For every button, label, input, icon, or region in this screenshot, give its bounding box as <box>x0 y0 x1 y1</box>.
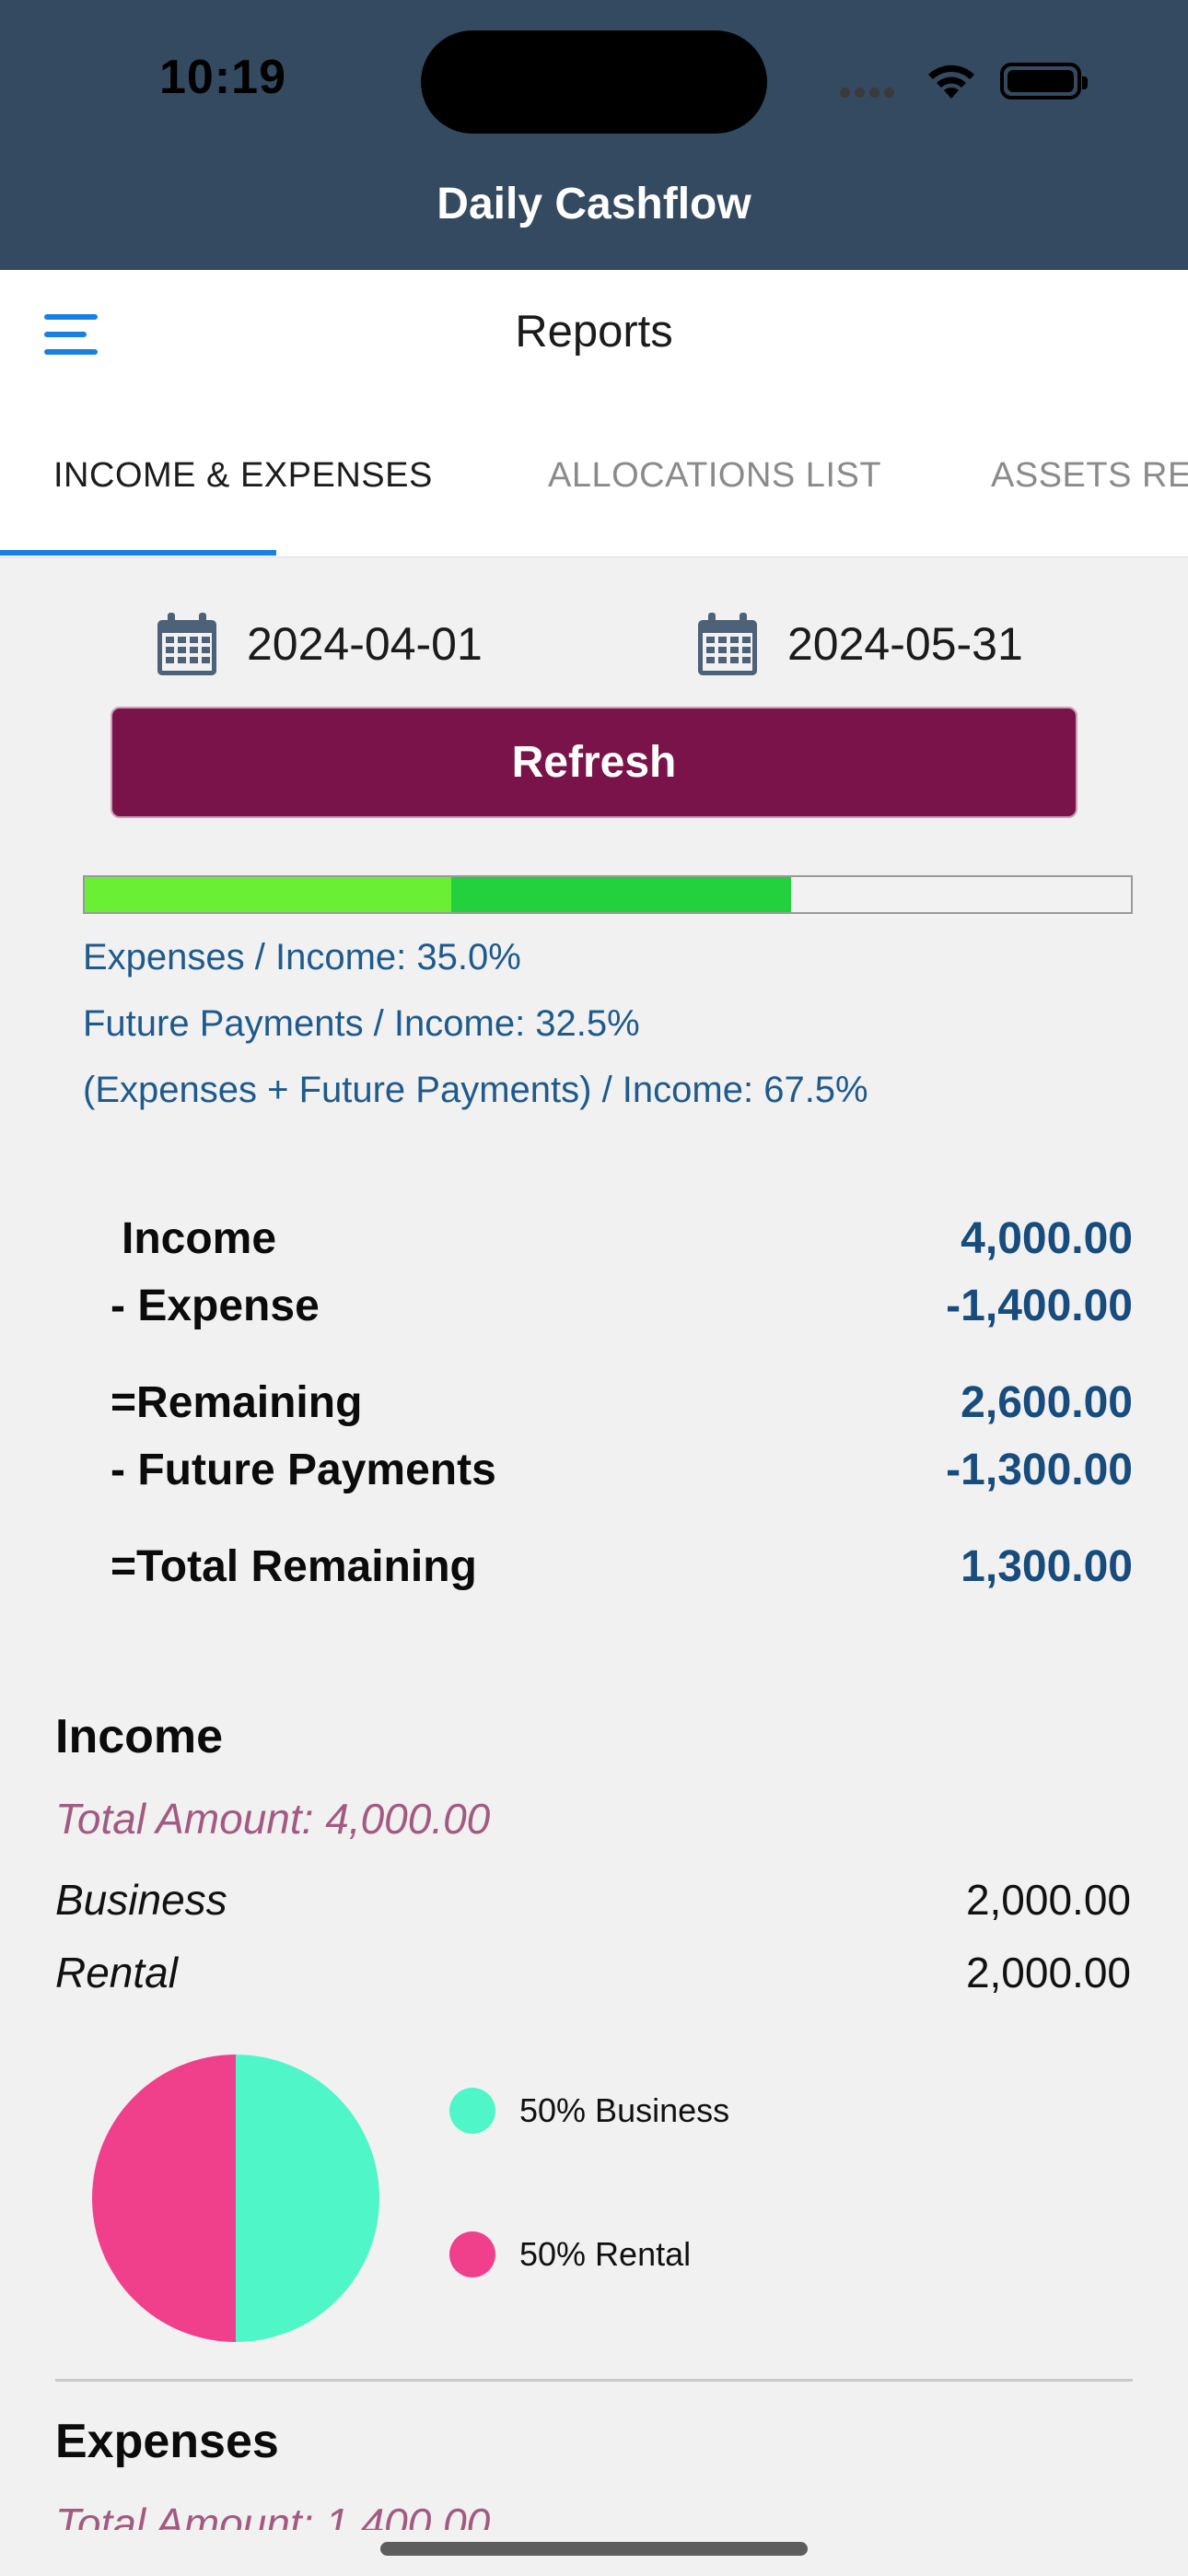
summary-future-payments-value: -1,300.00 <box>946 1446 1133 1494</box>
dynamic-island <box>421 30 767 134</box>
summary-total-remaining-value: 1,300.00 <box>961 1542 1133 1591</box>
expense-ratio-progress-bar <box>83 875 1133 914</box>
income-category-value: 2,000.00 <box>965 1949 1131 1996</box>
page-title: Reports <box>515 307 673 357</box>
income-pie-chart <box>92 2055 379 2342</box>
tab-allocations-list[interactable]: ALLOCATIONS LIST <box>548 456 881 496</box>
income-total-amount: Total Amount: 4,000.00 <box>55 1795 491 1843</box>
tab-assets-report[interactable]: ASSETS REPORT <box>991 456 1188 496</box>
summary-future-payments-label: - Future Payments <box>111 1446 496 1494</box>
legend-business-label: 50% Business <box>519 2091 730 2129</box>
future-payments-progress-segment <box>450 877 791 912</box>
income-category-name: Business <box>55 1876 227 1924</box>
tab-income-expenses[interactable]: INCOME & EXPENSES <box>53 456 433 496</box>
pie-slice-business <box>236 2055 379 2342</box>
start-date-value: 2024-04-01 <box>247 618 483 670</box>
expenses-progress-segment <box>85 877 451 912</box>
cellular-signal-icon <box>840 86 899 102</box>
summary-expense-label: - Expense <box>111 1282 320 1330</box>
app-header: 10:19 Daily Cashflow <box>0 0 1188 270</box>
combined-income-ratio: (Expenses + Future Payments) / Income: 6… <box>83 1070 868 1110</box>
future-income-ratio: Future Payments / Income: 32.5% <box>83 1003 640 1044</box>
end-date-value: 2024-05-31 <box>787 618 1023 670</box>
calendar-icon <box>698 613 757 675</box>
legend-rental-swatch <box>449 2231 495 2277</box>
summary-income-label: Income <box>122 1214 277 1263</box>
summary-total-remaining-label: =Total Remaining <box>111 1542 477 1591</box>
section-divider <box>55 2379 1133 2382</box>
end-date-picker[interactable]: 2024-05-31 <box>695 611 1023 677</box>
summary-remaining-label: =Remaining <box>111 1378 363 1427</box>
legend-business-swatch <box>449 2088 495 2134</box>
legend-rental-label: 50% Rental <box>519 2235 692 2273</box>
legend-item-rental: 50% Rental <box>449 2231 691 2277</box>
battery-icon <box>1000 63 1088 100</box>
home-indicator[interactable] <box>380 2542 808 2556</box>
refresh-button[interactable]: Refresh <box>111 707 1077 818</box>
pie-slice-rental <box>92 2055 236 2342</box>
summary-remaining-value: 2,600.00 <box>961 1378 1133 1427</box>
start-date-picker[interactable]: 2024-04-01 <box>155 611 483 677</box>
summary-income-value: 4,000.00 <box>961 1214 1133 1263</box>
income-section-title: Income <box>55 1710 224 1763</box>
summary-expense-value: -1,400.00 <box>946 1282 1133 1330</box>
income-category-name: Rental <box>55 1949 178 1996</box>
calendar-icon <box>157 613 216 675</box>
legend-item-business: 50% Business <box>449 2088 729 2134</box>
expenses-section-title: Expenses <box>55 2415 279 2468</box>
report-tabs: INCOME & EXPENSES ALLOCATIONS LIST ASSET… <box>0 399 1188 557</box>
wifi-icon <box>928 64 974 99</box>
expenses-income-ratio: Expenses / Income: 35.0% <box>83 937 521 978</box>
navigation-bar: Reports <box>0 270 1188 399</box>
income-category-value: 2,000.00 <box>965 1876 1131 1924</box>
expenses-total-amount: Total Amount: 1,400.00 <box>55 2500 491 2530</box>
active-tab-indicator <box>0 550 276 556</box>
app-title: Daily Cashflow <box>437 180 751 228</box>
expenses-total-clip: Total Amount: 1,400.00 <box>0 2488 1188 2530</box>
status-time: 10:19 <box>159 51 286 104</box>
